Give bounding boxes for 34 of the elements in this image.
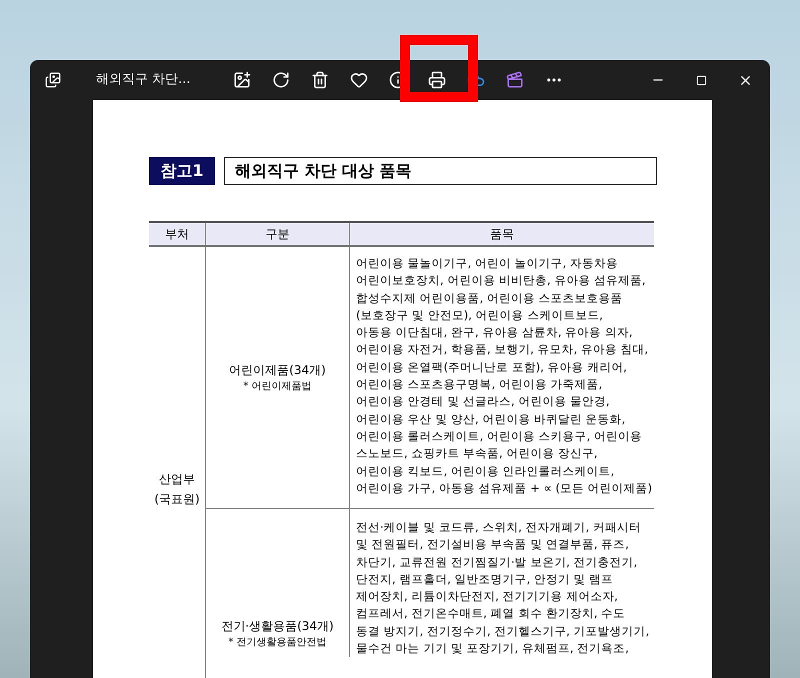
item-list-line: 어린이보호장치, 어린이용 비비탄총, 유아용 섬유제품, — [356, 272, 647, 290]
item-list-line: 어린이용 킥보드, 어린이용 인라인롤러스케이트, — [356, 462, 616, 480]
item-list-line: 어린이용 온열팩(주머니난로 포함), 유아용 캐리어, — [356, 358, 628, 376]
item-list-line: 차단기, 교류전원 전기찜질기·발 보온기, 전기충전기, — [356, 554, 638, 571]
item-list-line: 동결 방지기, 전기정수기, 전기헬스기구, 기포발생기기, — [356, 622, 650, 640]
item-list-line: 어린이용 안경테 및 선글라스, 어린이용 물안경, — [356, 393, 611, 410]
column-header: 부처 — [149, 223, 206, 245]
document-title: 해외직구 차단 대상 품목 — [224, 157, 657, 185]
item-list-line: 어린이용 자전거, 학용품, 보행기, 유모차, 유아용 침대, — [356, 341, 650, 358]
item-list-line: 합성수지제 어린이용품, 어린이용 스포츠보호용품 — [356, 290, 624, 307]
item-list-line: 컴프레서, 전기온수매트, 폐열 회수 환기장치, 수도 — [356, 605, 626, 622]
item-list-line: 단전지, 램프홀더, 일반조명기구, 안정기 및 램프 — [356, 570, 614, 588]
law-note: * 어린이제품법 — [243, 380, 312, 394]
item-list-line: 어린이용 우산 및 양산, 어린이용 바퀴달린 운동화, — [356, 410, 626, 428]
item-list-line: 어린이용 스포츠용구명복, 어린이용 가죽제품, — [356, 376, 604, 394]
ministry-label: 산업부 — [159, 471, 195, 488]
reference-badge: 참고1 — [149, 157, 215, 185]
item-list-line: 및 전원필터, 전기설비용 부속품 및 연결부품, 퓨즈, — [356, 536, 630, 554]
item-list-line: 어린이용 가구, 아동용 섬유제품 + ∝ (모든 어린이제품) — [356, 480, 654, 497]
item-list-line: 스노보드, 쇼핑카트 부속품, 어린이용 장신구, — [356, 445, 599, 462]
item-list-line: (보호장구 및 안전모), 어린이용 스케이트보드, — [356, 306, 604, 324]
item-list-line: 어린이용 물놀이기구, 어린이 놀이기구, 자동차용 — [356, 255, 619, 272]
item-list-line: 아동용 이단침대, 완구, 유아용 삼륜차, 유아용 의자, — [356, 324, 634, 342]
item-list-line: 제어장치, 리튬이차단전지, 전기기기용 제어소자, — [356, 588, 619, 606]
item-list-line: 어린이용 롤러스케이트, 어린이용 스키용구, 어린이용 — [356, 428, 643, 445]
item-list-line: 물수건 마는 기기 및 포장기기, 유체펌프, 전기욕조, — [356, 640, 630, 658]
window-title: 해외직구 차단... — [96, 71, 192, 90]
category-label: 전기·생활용품(34개) — [221, 618, 334, 635]
law-note: * 전기생활용품안전법 — [228, 636, 327, 650]
column-header: 구분 — [206, 223, 350, 245]
ministry-label: (국표원) — [154, 491, 200, 508]
item-list-line: 전선·케이블 및 코드류, 스위치, 전자개폐기, 커패시터 — [356, 519, 642, 536]
column-header: 품목 — [489, 226, 515, 243]
category-label: 어린이제품(34개) — [229, 362, 326, 379]
